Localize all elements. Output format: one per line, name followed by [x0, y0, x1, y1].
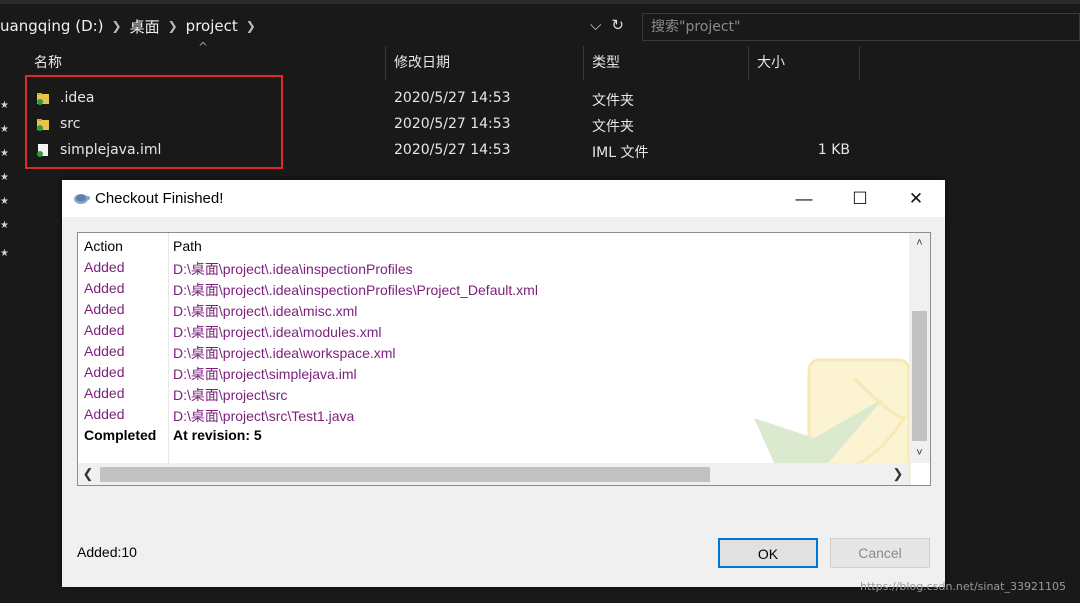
list-item-action: Added: [84, 259, 125, 275]
scroll-left-icon[interactable]: ❮: [78, 463, 98, 485]
minimize-icon: —: [795, 189, 813, 208]
list-item-action: Added: [84, 343, 125, 359]
file-size: 1 KB: [817, 142, 850, 158]
column-header-name-label: 名称: [34, 55, 62, 71]
minimize-button[interactable]: —: [776, 180, 832, 217]
file-type: 文件夹: [592, 119, 634, 135]
search-box[interactable]: [642, 13, 1080, 41]
checkout-dialog: Checkout Finished! — ☐ ✕ Action Path Add…: [62, 180, 945, 587]
file-type: IML 文件: [592, 145, 649, 161]
scroll-up-icon[interactable]: ˄: [909, 233, 930, 253]
refresh-icon[interactable]: ↻: [611, 16, 624, 34]
column-header-size-label: 大小: [757, 55, 785, 71]
annotation-highlight-box: [25, 75, 283, 169]
file-modified: 2020/5/27 14:53: [394, 90, 511, 106]
pin-icon[interactable]: ★: [0, 196, 9, 207]
list-item-action: Completed: [84, 427, 157, 443]
list-item-action: Added: [84, 301, 125, 317]
list-item[interactable]: Added D:\桌面\project\.idea\inspectionProfi…: [78, 257, 908, 278]
list-item-path: D:\桌面\project\.idea\workspace.xml: [173, 345, 396, 361]
list-item[interactable]: Added D:\桌面\project\.idea\modules.xml: [78, 320, 908, 341]
address-bar[interactable]: uangqing (D:) ❯ 桌面 ❯ project ❯: [0, 11, 635, 41]
file-type: 文件夹: [592, 93, 634, 109]
column-header-size[interactable]: 大小: [749, 46, 860, 80]
checkout-results-list[interactable]: Action Path Added D:\桌面\project\.idea\ins…: [77, 232, 931, 486]
list-header-action[interactable]: Action: [84, 238, 123, 254]
source-watermark: https://blog.csdn.net/sinat_33921105: [860, 580, 1066, 593]
ok-button[interactable]: OK: [718, 538, 818, 568]
vertical-scrollbar[interactable]: ˄ ˅: [909, 233, 930, 463]
file-modified: 2020/5/27 14:53: [394, 142, 511, 158]
list-item-action: Added: [84, 406, 125, 422]
pin-icon[interactable]: ★: [0, 148, 9, 159]
column-header-modified-label: 修改日期: [394, 55, 450, 71]
list-item-action: Added: [84, 364, 125, 380]
list-item-path: D:\桌面\project\.idea\modules.xml: [173, 324, 382, 340]
search-input[interactable]: [643, 14, 1079, 40]
list-item-path: At revision: 5: [173, 427, 262, 443]
address-history-dropdown-icon[interactable]: ⌵: [590, 16, 601, 34]
pin-icon[interactable]: ★: [0, 172, 9, 183]
list-item[interactable]: Added D:\桌面\project\.idea\inspectionProfi…: [78, 278, 908, 299]
pin-icon[interactable]: ★: [0, 220, 9, 231]
list-header: Action Path: [78, 236, 908, 257]
sort-ascending-icon: ^: [198, 40, 209, 54]
list-header-path[interactable]: Path: [173, 238, 202, 254]
maximize-button[interactable]: ☐: [832, 180, 888, 217]
close-icon: ✕: [908, 189, 924, 208]
horizontal-scrollbar[interactable]: ❮ ❯: [78, 463, 909, 485]
column-header-modified[interactable]: 修改日期: [386, 46, 584, 80]
scroll-down-icon[interactable]: ˅: [909, 443, 930, 463]
vertical-scroll-thumb[interactable]: [912, 311, 927, 441]
cancel-button[interactable]: Cancel: [830, 538, 930, 568]
breadcrumb-project[interactable]: project: [186, 17, 238, 35]
list-item-action: Added: [84, 385, 125, 401]
breadcrumb-desktop[interactable]: 桌面: [130, 16, 160, 37]
column-header-type-label: 类型: [592, 55, 620, 71]
dialog-title: Checkout Finished!: [95, 190, 224, 207]
horizontal-scroll-thumb[interactable]: [100, 467, 710, 482]
pin-icon[interactable]: ★: [0, 100, 9, 111]
pin-icon[interactable]: ★: [0, 124, 9, 135]
dialog-titlebar[interactable]: Checkout Finished! — ☐ ✕: [62, 180, 945, 217]
list-item-action: Added: [84, 280, 125, 296]
list-item-path: D:\桌面\project\.idea\inspectionProfiles\P…: [173, 282, 538, 298]
pin-icon[interactable]: ★: [0, 248, 9, 259]
list-item-path: D:\桌面\project\.idea\misc.xml: [173, 303, 358, 319]
list-item-path: D:\桌面\project\.idea\inspectionProfiles: [173, 261, 413, 277]
list-item[interactable]: Added D:\桌面\project\.idea\misc.xml: [78, 299, 908, 320]
chevron-right-icon[interactable]: ❯: [112, 19, 122, 33]
chevron-right-icon[interactable]: ❯: [246, 19, 256, 33]
column-header-type[interactable]: 类型: [584, 46, 749, 80]
close-button[interactable]: ✕: [888, 180, 944, 217]
tortoise-icon: [74, 194, 90, 204]
chevron-right-icon[interactable]: ❯: [168, 19, 178, 33]
status-text: Added:10: [77, 544, 137, 560]
list-item-path: D:\桌面\project\simplejava.iml: [173, 366, 357, 382]
file-modified: 2020/5/27 14:53: [394, 116, 511, 132]
list-item-path: D:\桌面\project\src\Test1.java: [173, 408, 355, 424]
list-item-action: Added: [84, 322, 125, 338]
list-item-path: D:\桌面\project\src: [173, 387, 288, 403]
explorer-toolbar: uangqing (D:) ❯ 桌面 ❯ project ❯ ⌵ ↻: [0, 0, 1080, 46]
maximize-icon: ☐: [852, 189, 868, 208]
scroll-right-icon[interactable]: ❯: [888, 463, 908, 485]
breadcrumb-drive[interactable]: uangqing (D:): [0, 17, 104, 35]
